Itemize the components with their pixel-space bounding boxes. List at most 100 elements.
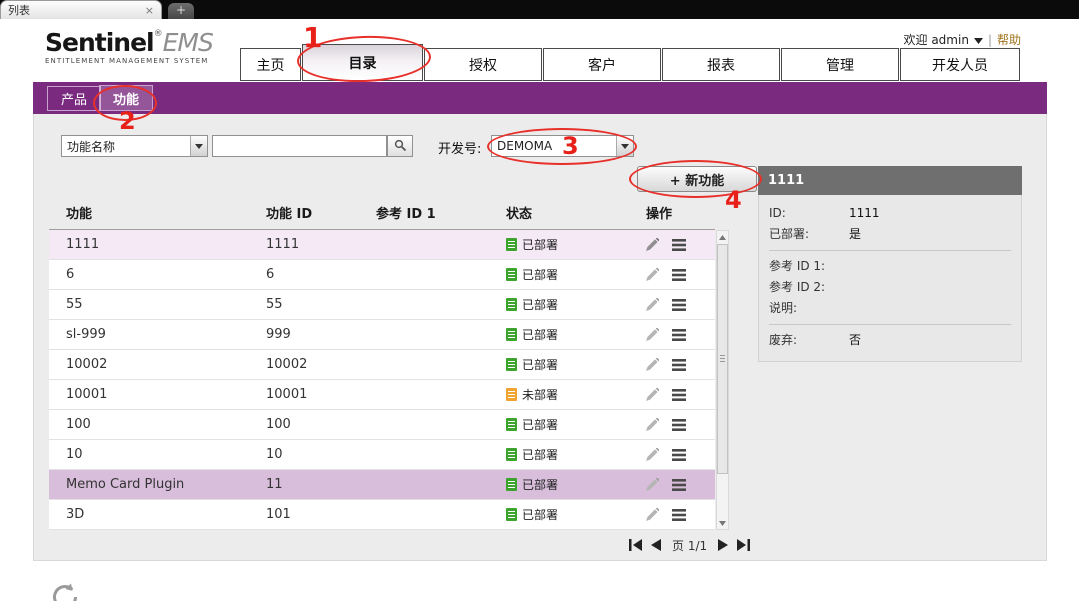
chevron-down-icon[interactable] [190, 136, 207, 156]
feature-name: 10 [66, 440, 83, 469]
last-page-button[interactable] [737, 536, 750, 555]
subtab-products[interactable]: 产品 [47, 86, 101, 111]
search-input[interactable] [212, 135, 387, 157]
status-text: 未部署 [522, 386, 558, 403]
feature-id: 1111 [266, 230, 299, 259]
help-link[interactable]: 帮助 [997, 31, 1021, 48]
feature-name: 1111 [66, 230, 99, 259]
chevron-down-icon[interactable] [974, 33, 983, 47]
table-row[interactable]: sl-999 999 已部署 [49, 320, 715, 350]
feature-id: 55 [266, 290, 283, 319]
menu-icon[interactable] [672, 329, 686, 341]
vertical-scrollbar[interactable] [716, 230, 729, 530]
field-value: 否 [849, 330, 861, 351]
status-doc-icon [506, 418, 517, 431]
first-page-button[interactable] [629, 536, 642, 555]
sentinel-ems-logo: Sentinel®EMS ENTITLEMENT MANAGEMENT SYST… [45, 30, 213, 65]
divider: | [988, 33, 992, 47]
table-row[interactable]: 10002 10002 已部署 [49, 350, 715, 380]
feature-id: 6 [266, 260, 274, 289]
menu-icon[interactable] [672, 269, 686, 281]
status-text: 已部署 [522, 416, 558, 433]
status-doc-icon [506, 238, 517, 251]
logo-subtitle: ENTITLEMENT MANAGEMENT SYSTEM [45, 58, 213, 65]
column-header-feature: 功能 [66, 200, 92, 230]
field-label: ID: [769, 203, 849, 224]
logo-text: Sentinel [45, 28, 154, 57]
edit-icon[interactable] [646, 238, 659, 251]
feature-id: 101 [266, 500, 291, 529]
browser-tab[interactable]: 列表 × [0, 0, 162, 19]
subtab-features[interactable]: 功能 [99, 85, 153, 111]
edit-icon[interactable] [646, 448, 659, 461]
tab-administration[interactable]: 管理 [781, 48, 899, 81]
menu-icon[interactable] [672, 389, 686, 401]
edit-icon[interactable] [646, 508, 659, 521]
tab-home[interactable]: 主页 [240, 48, 301, 81]
feature-name: 6 [66, 260, 74, 289]
status-doc-icon [506, 388, 517, 401]
dropdown-value: 功能名称 [62, 138, 190, 155]
search-icon [394, 137, 407, 156]
table-row[interactable]: 6 6 已部署 [49, 260, 715, 290]
status-doc-icon [506, 298, 517, 311]
edit-icon[interactable] [646, 478, 659, 491]
developer-id-dropdown[interactable]: DEMOMA [491, 135, 634, 157]
scroll-up-icon[interactable] [717, 231, 728, 243]
refresh-icon[interactable] [50, 582, 80, 601]
edit-icon[interactable] [646, 388, 659, 401]
menu-icon[interactable] [672, 509, 686, 521]
tab-catalog[interactable]: 目录 [302, 44, 423, 81]
table-row[interactable]: 55 55 已部署 [49, 290, 715, 320]
feature-name: 3D [66, 500, 84, 529]
search-field-dropdown[interactable]: 功能名称 [61, 135, 208, 157]
feature-name: 10001 [66, 380, 107, 409]
table-row[interactable]: 1111 1111 已部署 [49, 230, 715, 260]
feature-name: sl-999 [66, 320, 106, 349]
menu-icon[interactable] [672, 359, 686, 371]
header: Sentinel®EMS ENTITLEMENT MANAGEMENT SYST… [0, 19, 1079, 82]
detail-group: ID:1111 已部署:是 [769, 203, 1011, 245]
next-page-button[interactable] [718, 536, 728, 555]
table-row[interactable]: 100 100 已部署 [49, 410, 715, 440]
field-value: 1111 [849, 203, 880, 224]
chevron-down-icon[interactable] [616, 136, 633, 156]
table-row[interactable]: 10 10 已部署 [49, 440, 715, 470]
new-feature-button[interactable]: + 新功能 [637, 166, 757, 192]
tab-customers[interactable]: 客户 [543, 48, 661, 81]
tab-developer[interactable]: 开发人员 [900, 48, 1020, 81]
tab-entitlements[interactable]: 授权 [424, 48, 542, 81]
page-indicator: 页 1/1 [670, 537, 709, 554]
status-text: 已部署 [522, 236, 558, 253]
menu-icon[interactable] [672, 299, 686, 311]
status-doc-icon [506, 508, 517, 521]
pagination: 页 1/1 [629, 534, 750, 556]
close-icon[interactable]: × [141, 4, 154, 17]
welcome-text[interactable]: 欢迎 admin [904, 31, 969, 48]
detail-group: 废弃:否 [769, 324, 1011, 351]
edit-icon[interactable] [646, 358, 659, 371]
prev-page-button[interactable] [651, 536, 661, 555]
page: 列表 × + Sentinel®EMS ENTITLEMENT MANAGEME… [0, 0, 1079, 601]
edit-icon[interactable] [646, 268, 659, 281]
scrollbar-thumb[interactable] [717, 244, 728, 474]
status-doc-icon [506, 478, 517, 491]
edit-icon[interactable] [646, 418, 659, 431]
table-row[interactable]: 3D 101 已部署 [49, 500, 715, 530]
table-row[interactable]: 10001 10001 未部署 [49, 380, 715, 410]
menu-icon[interactable] [672, 419, 686, 431]
field-label: 参考 ID 1: [769, 256, 849, 277]
edit-icon[interactable] [646, 298, 659, 311]
scroll-down-icon[interactable] [717, 517, 728, 529]
menu-icon[interactable] [672, 239, 686, 251]
browser-tab-bar: 列表 × + [0, 0, 1079, 19]
tab-reports[interactable]: 报表 [662, 48, 780, 81]
feature-name: 10002 [66, 350, 107, 379]
status-text: 已部署 [522, 326, 558, 343]
menu-icon[interactable] [672, 449, 686, 461]
new-tab-button[interactable]: + [168, 3, 194, 19]
table-row[interactable]: Memo Card Plugin 11 已部署 [49, 470, 715, 500]
edit-icon[interactable] [646, 328, 659, 341]
search-button[interactable] [387, 135, 413, 157]
menu-icon[interactable] [672, 479, 686, 491]
